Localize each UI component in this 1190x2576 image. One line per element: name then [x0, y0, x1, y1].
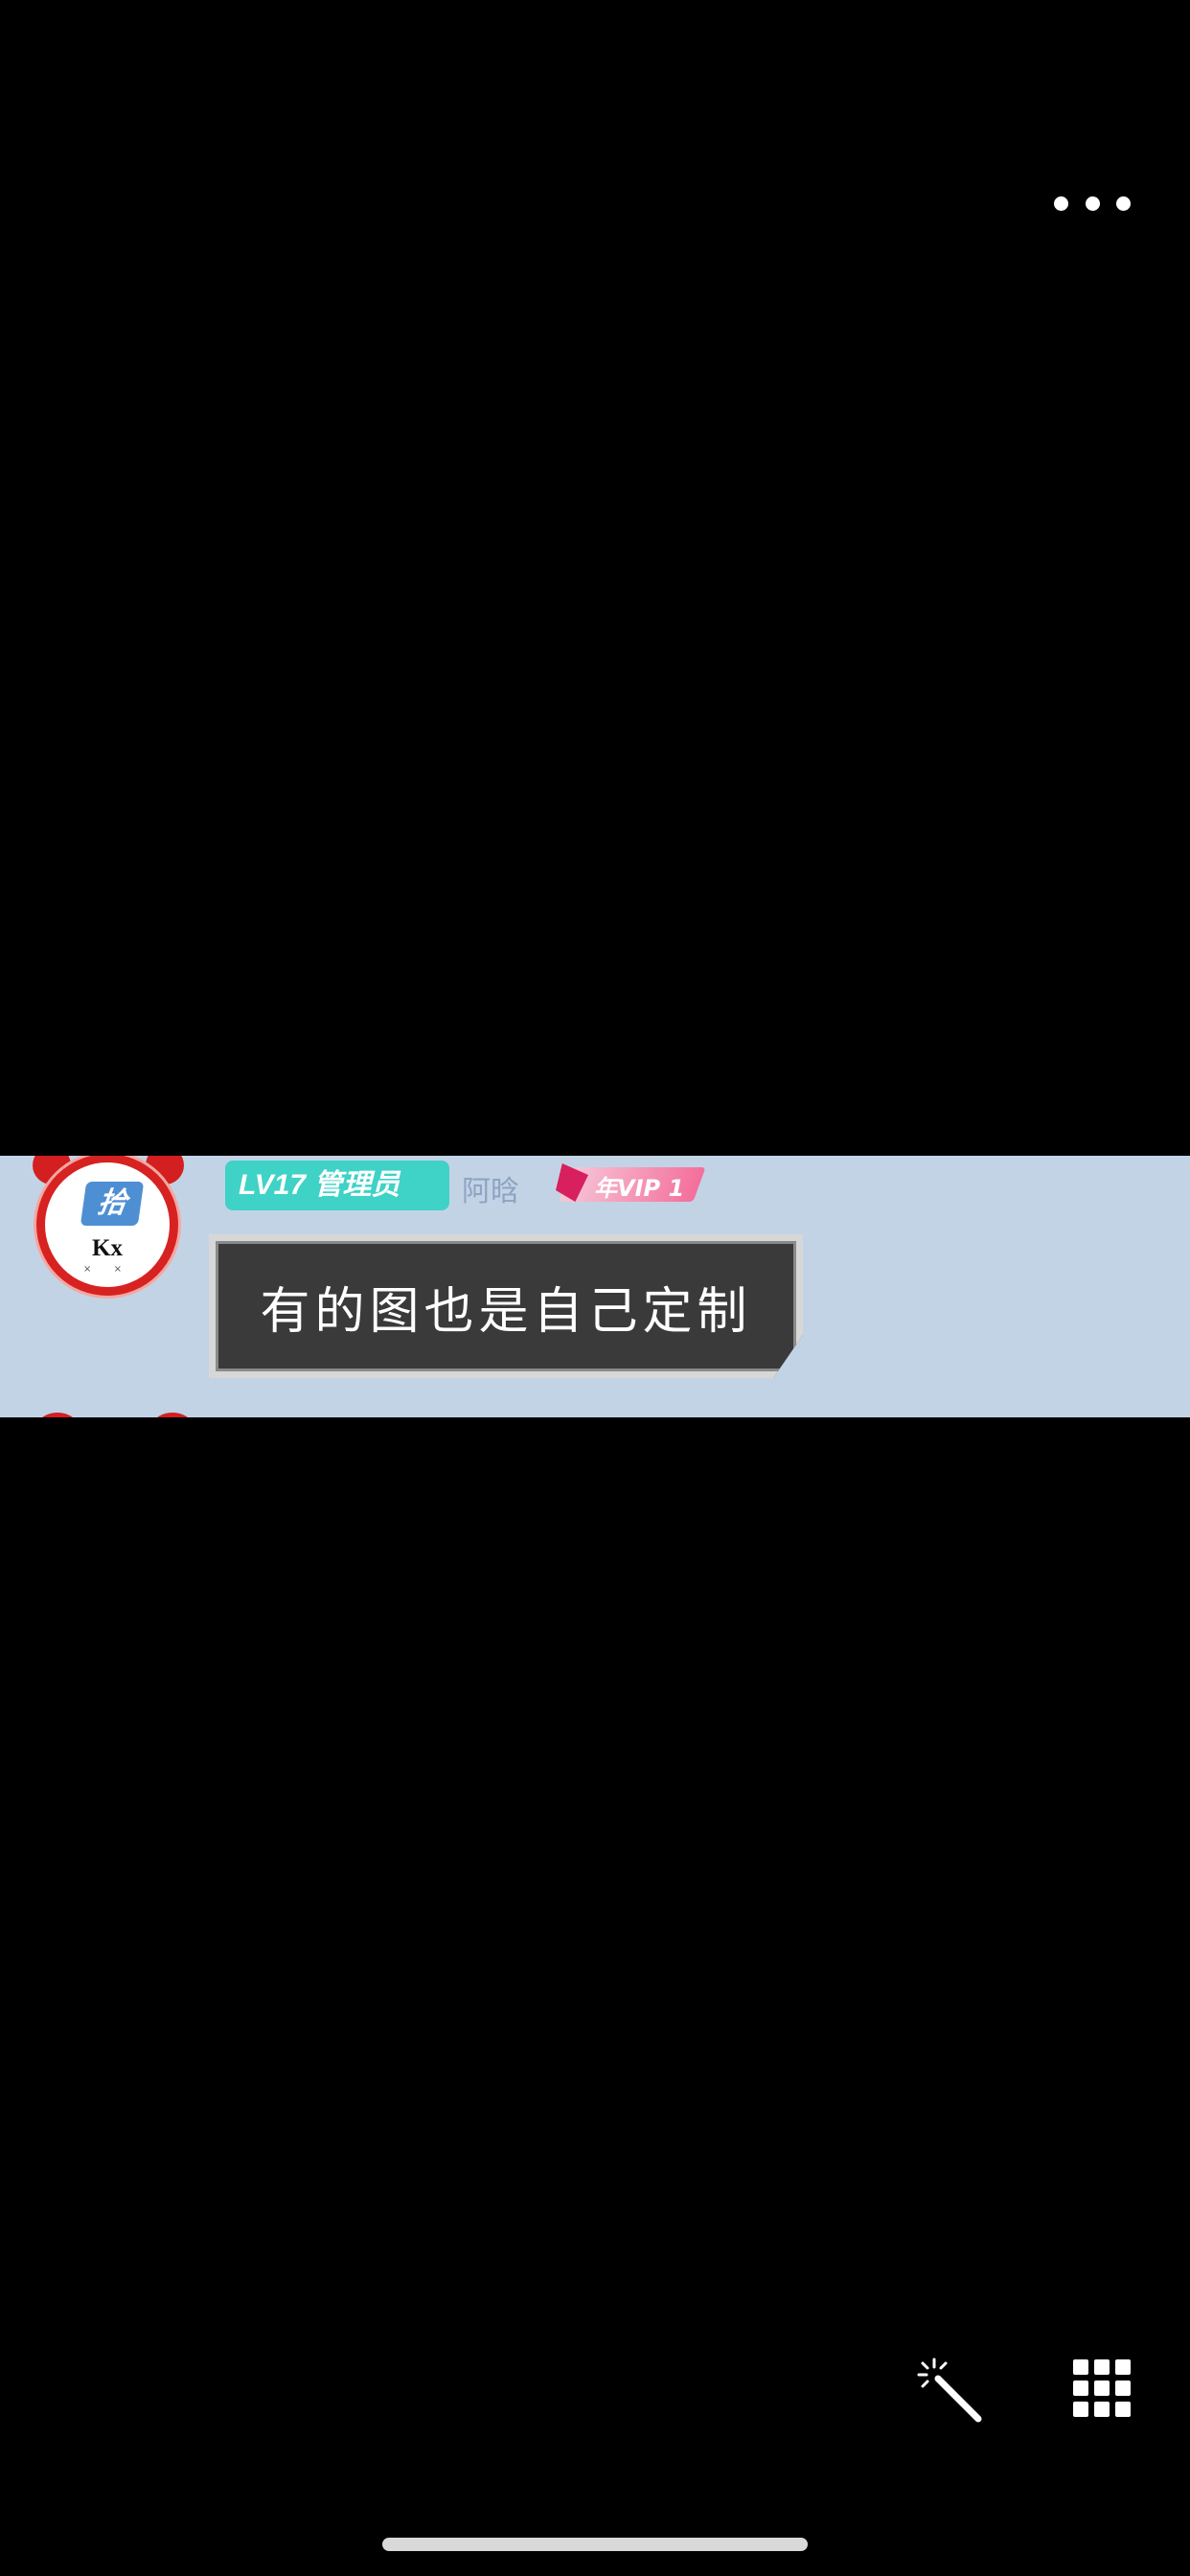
more-dot-icon: [1085, 196, 1100, 211]
grid-icon: [1073, 2359, 1131, 2417]
level-badge: LV17 管理员: [225, 1161, 449, 1210]
more-dot-icon: [1116, 196, 1131, 211]
more-options-button[interactable]: [1054, 182, 1131, 224]
username: 阿晗: [462, 1175, 519, 1208]
avatar-ear-right: [153, 1413, 192, 1417]
avatar-subtext: × ×: [83, 1264, 131, 1275]
home-indicator[interactable]: [382, 2538, 808, 2551]
avatar-ear-left: [38, 1413, 77, 1417]
vip-badge: 年VIP 1: [556, 1163, 706, 1206]
message-text: 有的图也是自己定制: [260, 1282, 752, 1341]
grid-button[interactable]: [1071, 2358, 1140, 2426]
next-avatar-peek: [38, 1405, 192, 1417]
avatar-name: Kx: [92, 1235, 123, 1261]
more-dot-icon: [1054, 196, 1068, 211]
magic-wand-icon: [917, 2358, 982, 2423]
edit-button[interactable]: [915, 2356, 984, 2425]
avatar: 拾 Kx × ×: [29, 1156, 192, 1309]
chat-screenshot-image[interactable]: 拾 Kx × × LV17 管理员 阿晗 年VIP 1 有的图也是自己定制: [0, 1156, 1190, 1417]
vip-badge-label: 年VIP 1: [594, 1175, 685, 1202]
avatar-circle: 拾 Kx × ×: [36, 1156, 178, 1296]
avatar-logo: 拾: [80, 1182, 145, 1226]
message-bubble: 有的图也是自己定制: [209, 1234, 803, 1378]
